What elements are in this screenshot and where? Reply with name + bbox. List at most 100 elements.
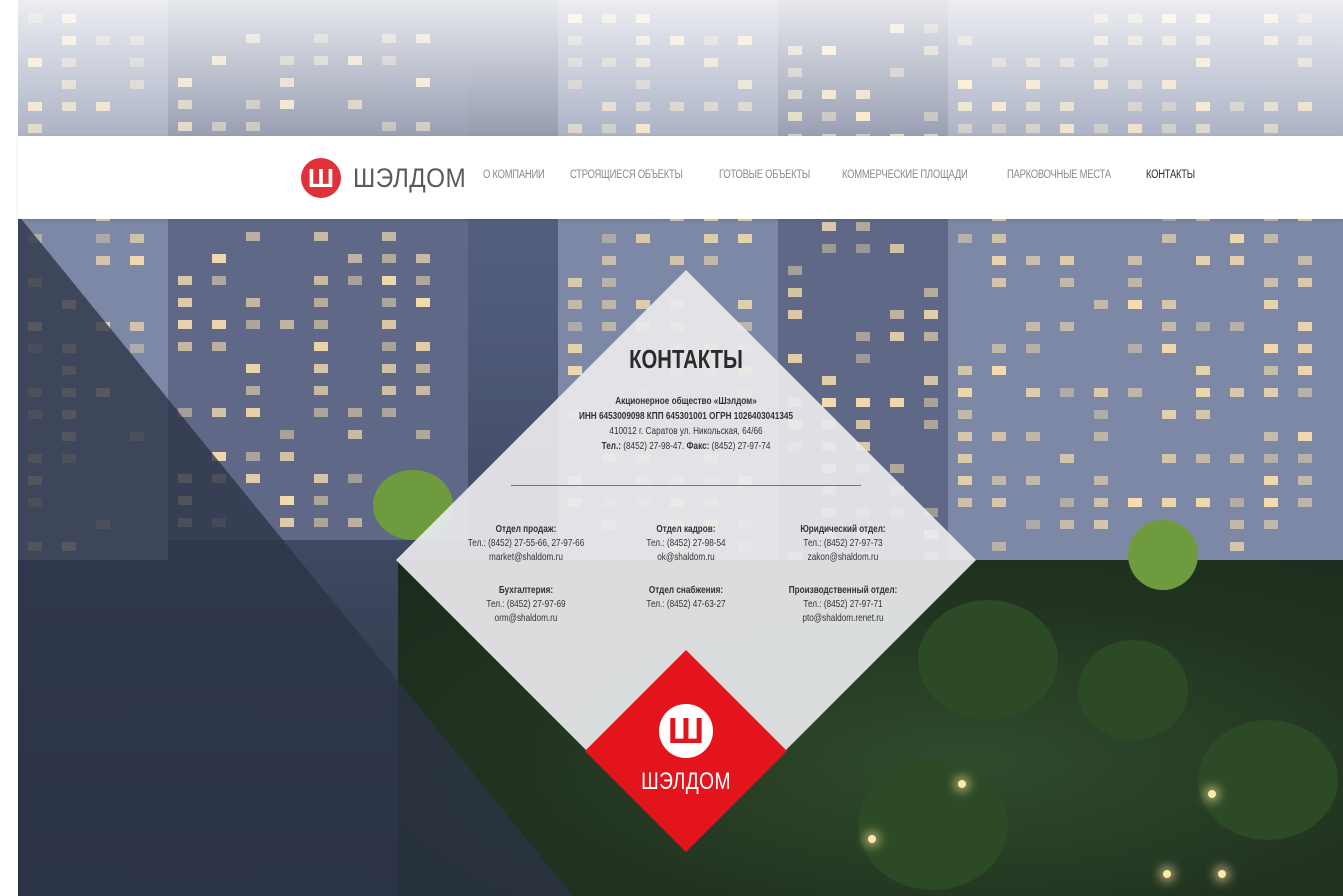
fax-label: Факс:	[687, 440, 710, 452]
window-light	[992, 498, 1006, 507]
tree	[1128, 520, 1198, 590]
tree	[918, 600, 1058, 720]
dept-accounting: Бухгалтерия: Тел.: (8452) 27-97-69 orm@s…	[460, 583, 593, 625]
dept-email[interactable]: pto@shaldom.renet.ru	[777, 611, 910, 625]
window-light	[382, 364, 396, 373]
street-lamp	[1218, 870, 1226, 878]
window-light	[212, 276, 226, 285]
window-light	[1298, 344, 1312, 353]
window-light	[314, 298, 328, 307]
window-light	[348, 408, 362, 417]
window-light	[1094, 520, 1108, 529]
window-light	[28, 542, 42, 551]
window-light	[212, 474, 226, 483]
dept-email[interactable]: orm@shaldom.ru	[460, 611, 593, 625]
window-light	[856, 354, 870, 363]
window-light	[348, 430, 362, 439]
window-light	[924, 398, 938, 407]
window-light	[28, 476, 42, 485]
nav-item-commercial[interactable]: КОММЕРЧЕСКИЕ ПЛОЩАДИ	[842, 169, 968, 181]
dept-email[interactable]: market@shaldom.ru	[460, 550, 593, 564]
window-light	[670, 256, 684, 265]
window-light	[28, 234, 42, 243]
window-light	[636, 234, 650, 243]
window-light	[1162, 322, 1176, 331]
window-light	[738, 234, 752, 243]
window-light	[1298, 278, 1312, 287]
window-light	[416, 364, 430, 373]
window-light	[890, 464, 904, 473]
window-light	[246, 364, 260, 373]
window-light	[1128, 388, 1142, 397]
window-light	[280, 452, 294, 461]
dept-phone: Тел.: (8452) 27-97-73	[777, 536, 910, 550]
window-light	[1196, 256, 1210, 265]
window-light	[212, 408, 226, 417]
window-light	[890, 244, 904, 253]
window-light	[382, 276, 396, 285]
window-light	[992, 256, 1006, 265]
window-light	[602, 322, 616, 331]
nav-item-finished[interactable]: ГОТОВЫЕ ОБЪЕКТЫ	[719, 169, 810, 181]
window-light	[1298, 256, 1312, 265]
window-light	[382, 408, 396, 417]
window-light	[1026, 388, 1040, 397]
window-light	[1060, 388, 1074, 397]
window-light	[856, 332, 870, 341]
window-light	[96, 322, 110, 331]
window-light	[62, 300, 76, 309]
nav-item-contacts[interactable]: КОНТАКТЫ	[1146, 169, 1195, 181]
window-light	[1162, 234, 1176, 243]
window-light	[62, 454, 76, 463]
window-light	[958, 410, 972, 419]
window-light	[1230, 454, 1244, 463]
dept-email[interactable]: zakon@shaldom.ru	[777, 550, 910, 564]
street-lamp	[1208, 790, 1216, 798]
window-light	[856, 222, 870, 231]
window-light	[1060, 454, 1074, 463]
window-light	[738, 300, 752, 309]
dept-phone: Тел.: (8452) 27-98-54	[620, 536, 753, 550]
window-light	[178, 474, 192, 483]
window-light	[1162, 410, 1176, 419]
dept-phone: Тел.: (8452) 27-97-69	[460, 597, 593, 611]
window-light	[1094, 300, 1108, 309]
window-light	[178, 298, 192, 307]
window-light	[890, 310, 904, 319]
window-light	[856, 398, 870, 407]
window-light	[314, 474, 328, 483]
logo-text: ШЭЛДОМ	[353, 163, 466, 194]
nav-item-under-construction[interactable]: СТРОЯЩИЕСЯ ОБЪЕКТЫ	[570, 169, 683, 181]
nav-item-parking[interactable]: ПАРКОВОЧНЫЕ МЕСТА	[1007, 169, 1111, 181]
logo-link[interactable]: Ш ШЭЛДОМ	[301, 158, 479, 198]
window-light	[416, 430, 430, 439]
window-light	[1298, 366, 1312, 375]
window-light	[822, 222, 836, 231]
window-light	[992, 432, 1006, 441]
window-light	[788, 266, 802, 275]
window-light	[1264, 454, 1278, 463]
window-light	[246, 474, 260, 483]
page-title: КОНТАКТЫ	[592, 344, 779, 375]
window-light	[1264, 476, 1278, 485]
window-light	[280, 320, 294, 329]
window-light	[314, 386, 328, 395]
window-light	[924, 376, 938, 385]
window-light	[704, 256, 718, 265]
window-light	[788, 288, 802, 297]
window-light	[788, 310, 802, 319]
window-light	[348, 276, 362, 285]
window-light	[1264, 344, 1278, 353]
window-light	[568, 366, 582, 375]
company-name: Акционерное общество «Шэлдом»	[546, 395, 827, 407]
tree	[858, 760, 1008, 890]
window-light	[602, 278, 616, 287]
window-light	[1026, 476, 1040, 485]
dept-email[interactable]: ok@shaldom.ru	[620, 550, 753, 564]
window-light	[1230, 520, 1244, 529]
window-light	[130, 234, 144, 243]
window-light	[992, 366, 1006, 375]
window-light	[28, 454, 42, 463]
dept-legal: Юридический отдел: Тел.: (8452) 27-97-73…	[777, 522, 910, 564]
nav-item-about[interactable]: О КОМПАНИИ	[483, 169, 545, 181]
